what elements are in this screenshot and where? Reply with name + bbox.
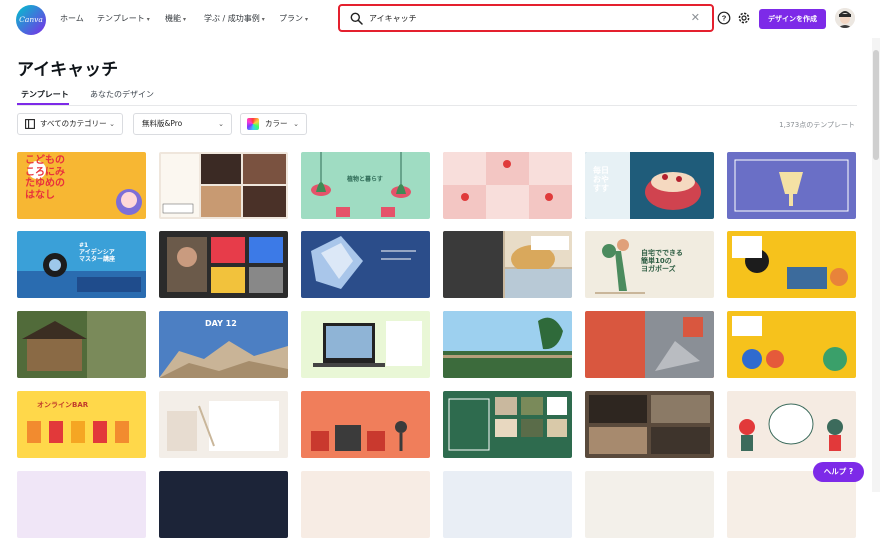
template-card[interactable] [301,391,430,458]
template-card[interactable] [727,391,856,458]
template-thumbnail [313,321,422,367]
template-card[interactable]: 毎日 おや すす [585,152,714,219]
nav-learn[interactable]: 学ぶ / 成功事例 ▾ [204,13,265,24]
template-card[interactable] [727,231,856,298]
template-card[interactable]: 植物と暮らす [301,152,430,219]
template-title: #1 アイデンシア マスター講座 [79,242,116,263]
color-filter-label: カラー [265,119,288,128]
template-card[interactable] [443,391,572,458]
template-thumbnail [589,395,710,454]
nav-home[interactable]: ホーム [60,13,84,24]
nav-plans[interactable]: プラン ▾ [279,13,308,24]
template-card[interactable] [585,311,714,378]
template-card[interactable] [17,311,146,378]
template-card[interactable] [301,231,430,298]
template-title: オンラインBAR [37,401,89,409]
chevron-down-icon: ▾ [261,16,265,23]
chevron-down-icon: ⌄ [109,120,115,128]
chevron-down-icon: ▾ [305,16,309,23]
search-input[interactable]: アイキャッチ [369,13,417,24]
template-thumbnail [311,152,411,217]
template-thumbnail [734,159,849,212]
avatar[interactable] [835,8,855,28]
template-thumbnail [448,397,567,451]
chevron-down-icon: ⌄ [293,120,299,128]
tab-your-designs[interactable]: あなたのデザイン [90,89,154,100]
template-card[interactable] [585,391,714,458]
gear-icon[interactable] [737,11,751,25]
price-filter-dropdown[interactable]: 無料版&Pro ⌄ [133,113,232,135]
help-button[interactable]: ヘルプ ? [813,462,864,482]
price-filter-label: 無料版&Pro [142,119,183,128]
template-thumbnail [443,311,572,378]
nav-features[interactable]: 機能 ▾ [165,13,186,24]
page-scrollbar[interactable] [872,38,880,492]
nav-home-label: ホーム [60,14,84,23]
template-thumbnail [311,421,407,451]
template-thumbnail [167,401,279,451]
nav-plans-label: プラン [279,14,303,23]
template-card[interactable] [443,471,572,538]
create-design-button[interactable]: デザインを作成 [759,9,826,29]
chevron-down-icon: ▾ [183,16,187,23]
category-filter-dropdown[interactable]: すべてのカテゴリー ⌄ [17,113,123,135]
template-thumbnail [17,311,87,378]
template-card[interactable] [17,471,146,538]
nav-features-label: 機能 [165,14,181,23]
tabs-divider [17,105,857,106]
template-card[interactable]: DAY 12 [159,311,288,378]
template-card[interactable] [159,471,288,538]
template-card[interactable] [159,231,288,298]
color-wheel-icon [247,118,259,130]
chevron-down-icon: ▾ [146,16,150,23]
color-filter-dropdown[interactable]: カラー ⌄ [240,113,307,135]
tab-templates[interactable]: テンプレート [21,89,69,100]
svg-text:?: ? [722,14,727,23]
template-thumbnail [732,316,847,371]
template-title: 毎日 おや すす [593,166,609,194]
template-title: DAY 12 [205,319,237,328]
template-card[interactable] [301,311,430,378]
top-bar: Canva ホーム テンプレート ▾ 機能 ▾ 学ぶ / 成功事例 ▾ プラン ▾ アイ… [0,0,880,38]
chevron-down-icon: ⌄ [218,120,224,128]
nav-learn-label: 学ぶ / 成功事例 [204,14,260,23]
help-circle-icon[interactable]: ? [717,11,731,25]
template-thumbnail [443,152,572,219]
template-thumbnail [311,236,416,289]
template-card[interactable] [301,471,430,538]
template-card[interactable] [727,311,856,378]
template-card[interactable] [443,152,572,219]
search-icon [350,12,363,25]
template-thumbnail [167,237,283,293]
template-card[interactable]: こどもの ころにみ たゆめの はなし [17,152,146,219]
layout-icon [25,119,35,129]
template-title: こどもの ころにみ たゆめの はなし [25,155,65,201]
template-title: 自宅でできる 簡単10の ヨガポーズ [641,249,683,274]
template-thumbnail [645,311,714,378]
nav-templates[interactable]: テンプレート ▾ [97,13,150,24]
template-title: 植物と暮らす [347,176,383,183]
template-card[interactable] [585,471,714,538]
nav-templates-label: テンプレート [97,14,145,23]
template-card[interactable] [159,391,288,458]
template-card[interactable]: オンラインBAR [17,391,146,458]
scrollbar-thumb[interactable] [873,50,879,160]
category-filter-label: すべてのカテゴリー [40,119,107,128]
template-card[interactable] [443,311,572,378]
template-card[interactable] [443,231,572,298]
template-thumbnail [443,231,572,298]
user-avatar-image [835,8,855,28]
search-box[interactable]: アイキャッチ ✕ [338,4,714,32]
template-card[interactable]: #1 アイデンシア マスター講座 [17,231,146,298]
canva-logo[interactable]: Canva [16,5,46,35]
template-card[interactable]: 自宅でできる 簡単10の ヨガポーズ [585,231,714,298]
result-count: 1,373点のテンプレート [779,121,855,129]
template-card[interactable] [727,152,856,219]
template-thumbnail [739,403,843,451]
template-card[interactable] [159,152,288,219]
clear-search-icon[interactable]: ✕ [691,11,700,24]
template-thumbnail [161,154,286,217]
page-title: アイキャッチ [17,60,119,80]
template-thumbnail [732,236,848,289]
